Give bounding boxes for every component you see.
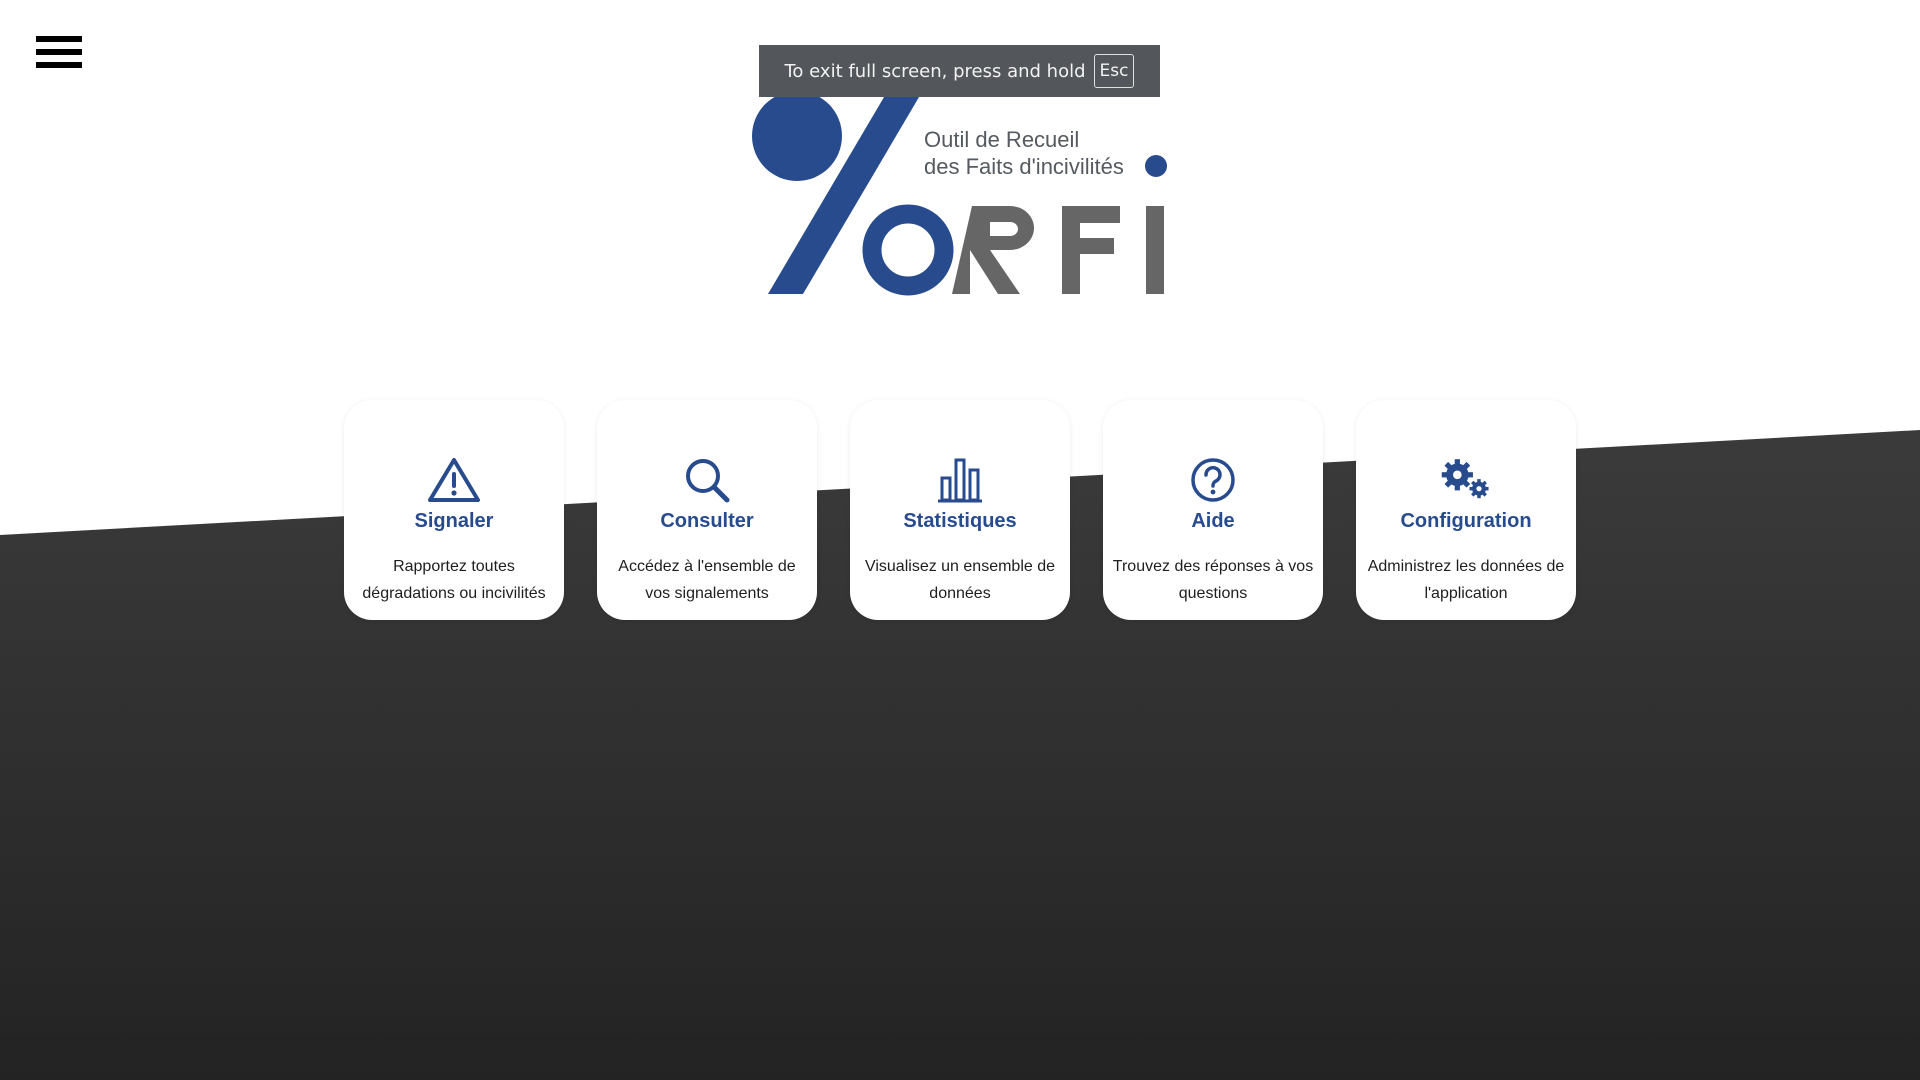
bar-chart-icon	[934, 456, 986, 504]
card-statistiques[interactable]: Statistiques Visualisez un ensemble de d…	[850, 400, 1070, 620]
logo-tagline-line2: des Faits d'incivilités	[924, 154, 1124, 179]
card-consulter[interactable]: Consulter Accédez à l'ensemble de vos si…	[597, 400, 817, 620]
card-aide[interactable]: Aide Trouvez des réponses à vos question…	[1103, 400, 1323, 620]
card-description: Trouvez des réponses à vos questions	[1112, 558, 1314, 602]
card-description: Rapportez toutes dégradations ou incivil…	[362, 558, 546, 602]
logo-tagline: Outil de Recueil des Faits d'incivilités	[924, 126, 1124, 180]
hamburger-menu-button[interactable]	[36, 36, 82, 76]
fullscreen-notice-text: To exit full screen, press and hold	[784, 60, 1086, 82]
help-circle-icon	[1187, 456, 1239, 504]
card-title: Signaler	[414, 510, 494, 532]
card-description: Visualisez un ensemble de données	[864, 558, 1056, 602]
action-cards: Signaler Rapportez toutes dégradations o…	[344, 400, 1576, 620]
card-configuration[interactable]: Configuration Administrez les données de…	[1356, 400, 1576, 620]
search-icon	[681, 456, 733, 504]
card-title: Statistiques	[903, 510, 1017, 532]
gears-icon	[1440, 456, 1492, 504]
warning-triangle-icon	[428, 456, 480, 504]
fullscreen-exit-notice: To exit full screen, press and hold Esc	[759, 45, 1160, 97]
hamburger-menu-icon-bar	[36, 49, 82, 55]
card-description: Accédez à l'ensemble de vos signalements	[618, 558, 796, 602]
card-title: Configuration	[1400, 510, 1532, 532]
card-description: Administrez les données de l'application	[1367, 558, 1565, 602]
orfi-logo: Outil de Recueil des Faits d'incivilités	[740, 88, 1180, 298]
card-title: Consulter	[660, 510, 754, 532]
card-title: Aide	[1191, 510, 1235, 532]
orfi-logo-mark	[752, 91, 1167, 296]
hamburger-menu-icon-bar	[36, 62, 82, 68]
hamburger-menu-icon-bar	[36, 36, 82, 42]
card-signaler[interactable]: Signaler Rapportez toutes dégradations o…	[344, 400, 564, 620]
esc-key-label: Esc	[1093, 54, 1135, 88]
home-page: Outil de Recueil des Faits d'incivilités…	[0, 0, 1920, 1080]
logo-tagline-line1: Outil de Recueil	[924, 127, 1080, 152]
